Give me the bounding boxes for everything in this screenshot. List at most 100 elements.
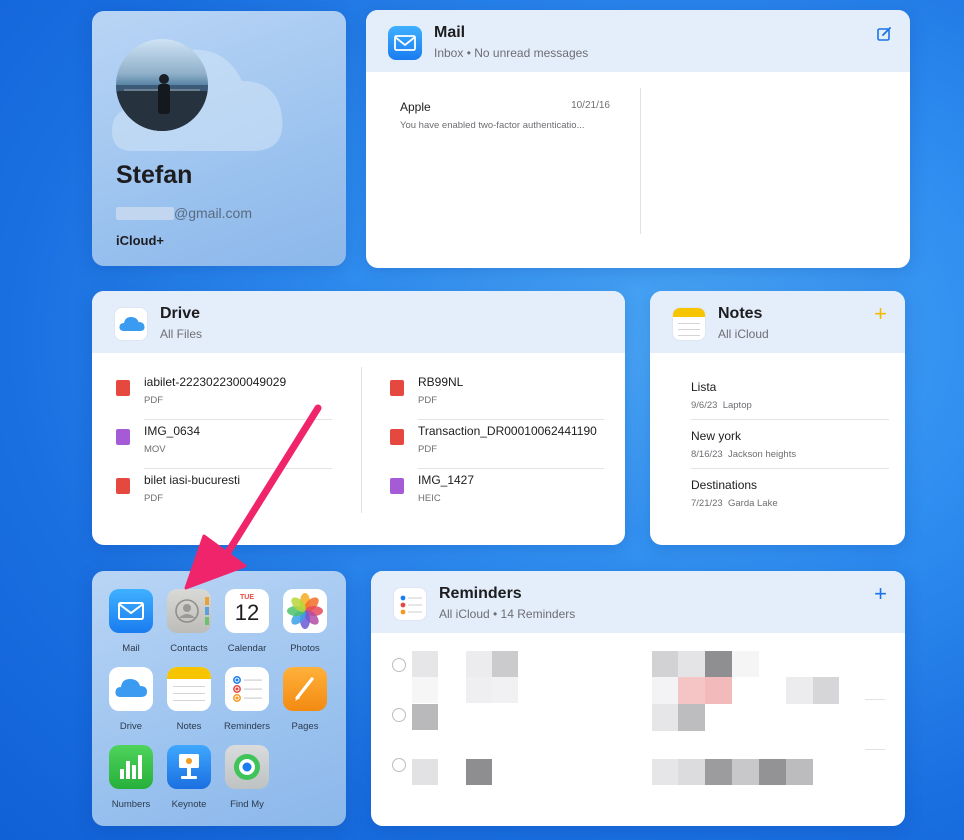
note-item[interactable]: Lista 9/6/23 Laptop xyxy=(691,380,889,411)
envelope-icon xyxy=(388,26,422,60)
drive-title: Drive xyxy=(160,305,201,322)
drive-file[interactable]: Transaction_DR00010062441190 PDF xyxy=(390,424,610,473)
notes-card[interactable]: Notes All iCloud + Lista 9/6/23 Laptop N… xyxy=(650,291,905,545)
app-label: Photos xyxy=(290,643,320,654)
mail-card[interactable]: Mail Inbox • No unread messages Apple 10… xyxy=(366,10,910,268)
app-label: Notes xyxy=(176,721,202,732)
file-name: IMG_1427 xyxy=(418,473,475,487)
notes-app-icon xyxy=(167,667,211,711)
reminder-checkbox[interactable] xyxy=(392,758,406,772)
profile-email: @gmail.com xyxy=(174,205,253,221)
drive-file[interactable]: RB99NL PDF xyxy=(390,375,610,424)
app-label: Find My xyxy=(230,799,264,810)
app-keynote[interactable]: Keynote xyxy=(160,745,218,810)
drive-file[interactable]: IMG_1427 HEIC xyxy=(390,473,610,522)
note-item[interactable]: New york 8/16/23 Jackson heights xyxy=(691,429,889,460)
app-photos[interactable]: Photos xyxy=(276,589,334,654)
reminders-card[interactable]: Reminders All iCloud • 14 Reminders + xyxy=(371,571,905,826)
profile-card[interactable]: Stefan @gmail.com iCloud+ xyxy=(92,11,346,266)
profile-plan: iCloud+ xyxy=(116,233,165,248)
note-preview: Laptop xyxy=(722,400,752,411)
app-label: Drive xyxy=(119,721,143,732)
row-divider xyxy=(691,468,889,469)
drive-divider xyxy=(361,367,362,513)
profile-name: Stefan xyxy=(116,161,193,189)
note-title: New york xyxy=(691,429,742,443)
reminder-checkbox[interactable] xyxy=(392,708,406,722)
note-date: 7/21/23 xyxy=(691,498,723,509)
app-mail[interactable]: Mail xyxy=(102,589,160,654)
notes-title: Notes xyxy=(718,305,763,322)
row-divider xyxy=(418,468,604,469)
notes-header: Notes All iCloud + xyxy=(650,291,905,353)
note-date: 8/16/23 xyxy=(691,449,723,460)
mail-app-icon xyxy=(109,589,153,633)
drive-file[interactable]: IMG_0634 MOV xyxy=(116,424,332,473)
file-type: PDF xyxy=(418,444,437,455)
row-divider xyxy=(144,468,332,469)
app-calendar[interactable]: TUE 12 Calendar xyxy=(218,589,276,654)
drive-card[interactable]: Drive All Files iabilet-2223022300049029… xyxy=(92,291,625,545)
email-redaction xyxy=(116,207,174,220)
app-drive[interactable]: Drive xyxy=(102,667,160,732)
app-label: Pages xyxy=(291,721,319,732)
note-meta: 9/6/23 Laptop xyxy=(691,400,889,411)
reminders-header: Reminders All iCloud • 14 Reminders + xyxy=(371,571,905,633)
notes-subtitle: All iCloud xyxy=(718,327,769,341)
note-date: 9/6/23 xyxy=(691,400,718,411)
apps-card: Mail Contacts TUE 12 Calendar Photos Dri… xyxy=(92,571,346,826)
drive-file[interactable]: bilet iasi-bucuresti PDF xyxy=(116,473,332,522)
reminders-icon xyxy=(393,587,427,621)
app-pages[interactable]: Pages xyxy=(276,667,334,732)
note-title: Destinations xyxy=(691,478,758,492)
avatar-photo xyxy=(116,74,208,131)
app-notes[interactable]: Notes xyxy=(160,667,218,732)
add-note-icon[interactable]: + xyxy=(874,303,887,325)
image-file-icon xyxy=(390,478,404,494)
app-label: Calendar xyxy=(227,643,267,654)
numbers-app-icon xyxy=(109,745,153,789)
file-name: bilet iasi-bucuresti xyxy=(144,473,241,487)
keynote-app-icon xyxy=(167,745,211,789)
app-numbers[interactable]: Numbers xyxy=(102,745,160,810)
file-type: PDF xyxy=(144,395,163,406)
avatar[interactable] xyxy=(116,39,208,131)
video-file-icon xyxy=(116,429,130,445)
note-item[interactable]: Destinations 7/21/23 Garda Lake xyxy=(691,478,889,509)
add-reminder-icon[interactable]: + xyxy=(874,583,887,605)
pdf-file-icon xyxy=(116,478,130,494)
file-name: iabilet-2223022300049029 xyxy=(144,375,287,389)
drive-file[interactable]: iabilet-2223022300049029 PDF xyxy=(116,375,332,424)
file-type: PDF xyxy=(144,493,163,504)
calendar-app-icon: TUE 12 xyxy=(225,589,269,633)
pdf-file-icon xyxy=(390,429,404,445)
file-name: IMG_0634 xyxy=(144,424,201,438)
app-find-my[interactable]: Find My xyxy=(218,745,276,810)
app-label: Numbers xyxy=(111,799,151,810)
notepad-icon xyxy=(672,307,706,341)
find-my-app-icon xyxy=(225,745,269,789)
pages-app-icon xyxy=(283,667,327,711)
app-contacts[interactable]: Contacts xyxy=(160,589,218,654)
app-label: Contacts xyxy=(170,643,208,654)
photos-app-icon xyxy=(283,589,327,633)
compose-icon[interactable] xyxy=(876,24,892,46)
note-preview: Jackson heights xyxy=(727,449,797,460)
reminders-title: Reminders xyxy=(439,585,522,602)
drive-files-right: RB99NL PDF Transaction_DR00010062441190 … xyxy=(390,375,610,522)
reminders-app-icon xyxy=(225,667,269,711)
file-type: HEIC xyxy=(418,493,441,504)
mail-title: Mail xyxy=(434,24,466,41)
reminder-checkbox[interactable] xyxy=(392,658,406,672)
mail-date: 10/21/16 xyxy=(571,100,610,111)
file-name: Transaction_DR00010062441190 xyxy=(418,424,597,438)
drive-files-left: iabilet-2223022300049029 PDF IMG_0634 MO… xyxy=(116,375,332,522)
pdf-file-icon xyxy=(116,380,130,396)
note-meta: 7/21/23 Garda Lake xyxy=(691,498,889,509)
mail-message[interactable]: Apple 10/21/16 You have enabled two-fact… xyxy=(400,100,610,131)
contacts-app-icon xyxy=(167,589,211,633)
drive-subtitle: All Files xyxy=(160,327,203,341)
reminders-subtitle: All iCloud • 14 Reminders xyxy=(439,607,576,621)
app-label: Reminders xyxy=(224,721,270,732)
app-reminders[interactable]: Reminders xyxy=(218,667,276,732)
